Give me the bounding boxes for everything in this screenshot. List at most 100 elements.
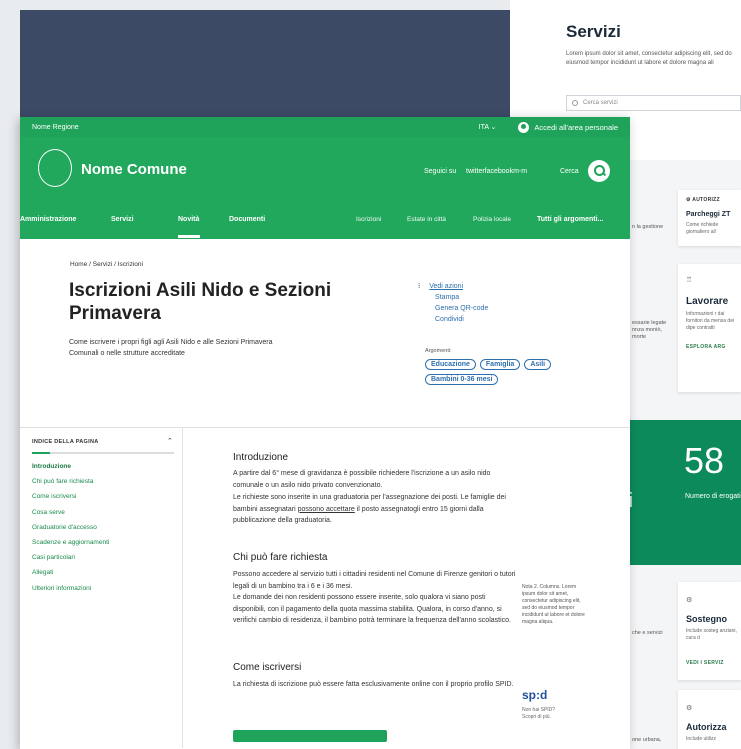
accept-link[interactable]: possono accettare [298, 506, 355, 513]
page-title: Iscrizioni Asili Nido e Sezioni Primaver… [69, 280, 332, 324]
nav-all-topics[interactable]: Tutti gli argomenti... [537, 216, 603, 223]
stat-label: Numero di erogati [685, 493, 741, 500]
service-card-authorization[interactable]: ⚙ Autorizza Include utilizz [678, 690, 741, 749]
toc-item-special-cases[interactable]: Casi particolari [32, 550, 109, 565]
nav-item-services[interactable]: Servizi [111, 216, 134, 223]
search-icon [572, 100, 578, 106]
nav-item-administration[interactable]: Amministrazione [20, 216, 76, 223]
screenshot-stage: Servizi Lorem ipsum dolor sit amet, cons… [0, 0, 741, 749]
page-content: INDICE DELLA PAGINA ⌃ Introduzione Chi p… [20, 427, 630, 748]
toc-item-rankings[interactable]: Graduatorie d'accesso [32, 520, 109, 535]
search-button[interactable] [588, 160, 610, 182]
language-selector[interactable]: ITA ⌄ [479, 123, 497, 131]
page-actions: ⁝ Vedi azioni Stampa Genera QR-code Condi… [418, 281, 488, 325]
who-paragraph-1: Possono accedere al servizio tutti i cit… [233, 571, 516, 590]
dots-icon: ⁝ [418, 283, 421, 290]
nav-link-summer[interactable]: Estate in città [407, 216, 446, 223]
card-title: Parcheggi ZT [686, 211, 731, 218]
toc-item-attachments[interactable]: Allegati [32, 565, 109, 580]
page-index: INDICE DELLA PAGINA ⌃ Introduzione Chi p… [20, 428, 183, 748]
logo[interactable] [38, 149, 72, 187]
social-links[interactable]: twitterfacebookm-m [466, 168, 527, 175]
topic-chips: Educazione Famiglia Asili Bambini 0-36 m… [425, 359, 585, 385]
who-paragraph-2: Le domande dei non residenti possono ess… [233, 594, 511, 625]
toc-item-who[interactable]: Chi può fare richiesta [32, 474, 109, 489]
edge-text: essarie legate nnza moniò, morte [632, 320, 667, 340]
action-qr-code[interactable]: Genera QR-code [435, 303, 488, 314]
spid-info: Non hai SPID? Scopri di più. [522, 707, 555, 721]
login-button[interactable]: Accedi all'area personale [518, 121, 618, 133]
action-share[interactable]: Condividi [435, 314, 488, 325]
nav-link-police[interactable]: Polizia locale [473, 216, 511, 223]
card-title: Autorizza [686, 722, 727, 732]
active-nav-indicator [178, 235, 200, 238]
topic-chip[interactable]: Bambini 0-36 mesi [425, 374, 499, 385]
edge-text: n la gestione [632, 224, 664, 230]
topic-chip[interactable]: Asili [524, 359, 552, 370]
breadcrumb[interactable]: Home / Servizi / Iscrizioni [70, 261, 143, 268]
card-title: Sostegno [686, 614, 728, 624]
gear-icon: ⚙ [686, 705, 693, 712]
building-icon: ♖ [686, 277, 693, 284]
search-label: Cerca [560, 168, 579, 175]
service-card-parking[interactable]: ⚙ AUTORIZZ Parcheggi ZT Come richiede gi… [678, 190, 741, 246]
topics-label: Argomenti: [425, 348, 452, 354]
intro-paragraph-2: Le richieste sono inserite in una gradua… [233, 494, 506, 525]
top-bar: Nome Regione ITA ⌄ Accedi all'area perso… [20, 117, 630, 137]
toc-item-how[interactable]: Come iscriversi [32, 489, 109, 504]
card-description: Informazioni r dai fornitori da mensa de… [686, 311, 735, 331]
site-name[interactable]: Nome Comune [81, 161, 187, 178]
card-description: Include utilizz [686, 736, 717, 742]
toc-item-more-info[interactable]: Ulteriori informazioni [32, 581, 109, 596]
card-description: Come richiede giornaliero all [686, 222, 719, 235]
card-link[interactable]: ESPLORA ARG [686, 344, 741, 350]
spid-question: Non hai SPID? [522, 707, 556, 713]
nav-item-documents[interactable]: Documenti [229, 216, 265, 223]
statistics-panel: ri 58 Numero di erogati [622, 420, 741, 565]
region-link[interactable]: Nome Regione [32, 124, 479, 131]
page-subtitle: Come iscrivere i propri figli agli Asili… [69, 339, 273, 357]
follow-label: Seguici su [424, 168, 457, 175]
spid-learn-more[interactable]: Scopri di più. [522, 714, 555, 721]
chevron-up-icon[interactable]: ⌃ [167, 437, 173, 445]
nav-item-news[interactable]: Novità [178, 216, 199, 223]
page-index-title: INDICE DELLA PAGINA [32, 439, 99, 445]
spid-logo: sp:d [522, 688, 548, 702]
reading-progress-bar [32, 452, 174, 454]
service-card-support[interactable]: ⚙ Sostegno Include sosteg anziani, cura … [678, 582, 741, 680]
access-service-button[interactable] [233, 730, 387, 742]
card-description: Include sosteg anziani, cura d [686, 628, 737, 641]
edge-text: che e servizi [632, 630, 663, 636]
intro-paragraph-1: A partire dal 6° mese di gravidanza è po… [233, 470, 491, 489]
user-icon [518, 121, 530, 133]
services-search-input[interactable]: Cerca servizi [566, 95, 741, 111]
service-detail-page: Nome Regione ITA ⌄ Accedi all'area perso… [20, 117, 630, 749]
stat-number: 58 [684, 440, 725, 481]
services-search-placeholder: Cerca servizi [583, 100, 618, 106]
page-index-list: Introduzione Chi può fare richiesta Come… [32, 459, 109, 596]
edge-text: one urbana, [632, 737, 662, 743]
login-label: Accedi all'area personale [534, 122, 618, 132]
page-hero: Home / Servizi / Iscrizioni Iscrizioni A… [20, 239, 630, 427]
service-card-work[interactable]: ♖ Lavorare Informazioni r dai fornitori … [678, 264, 741, 392]
card-link[interactable]: VEDI I SERVIZ [686, 660, 741, 666]
main-navigation: Amministrazione Servizi Novità Documenti… [20, 205, 630, 239]
topic-chip[interactable]: Educazione [425, 359, 476, 370]
section-title-introduction: Introduzione [233, 452, 289, 463]
site-header: Nome Comune Seguici su twitterfacebookm-… [20, 137, 630, 205]
card-category: ⚙ AUTORIZZ [686, 197, 720, 203]
topic-chip[interactable]: Famiglia [479, 359, 521, 370]
section-title-who: Chi può fare richiesta [233, 552, 328, 563]
action-print[interactable]: Stampa [435, 292, 488, 303]
side-note: Nota 2. Columns. Lorem ipsum dolor sit a… [522, 584, 585, 625]
toc-item-requirements[interactable]: Cosa serve [32, 505, 109, 520]
see-actions-link[interactable]: Vedi azioni [429, 283, 463, 290]
services-description: Lorem ipsum dolor sit amet, consectetur … [566, 51, 732, 66]
services-title: Servizi [566, 22, 621, 41]
toc-item-deadlines[interactable]: Scadenze e aggiornamenti [32, 535, 109, 550]
toc-item-introduction[interactable]: Introduzione [32, 459, 109, 474]
section-title-how: Come iscriversi [233, 662, 302, 673]
card-title: Lavorare [686, 296, 729, 307]
nav-link-enrollments[interactable]: Iscrizioni [356, 216, 381, 223]
gear-icon: ⚙ [686, 597, 693, 604]
